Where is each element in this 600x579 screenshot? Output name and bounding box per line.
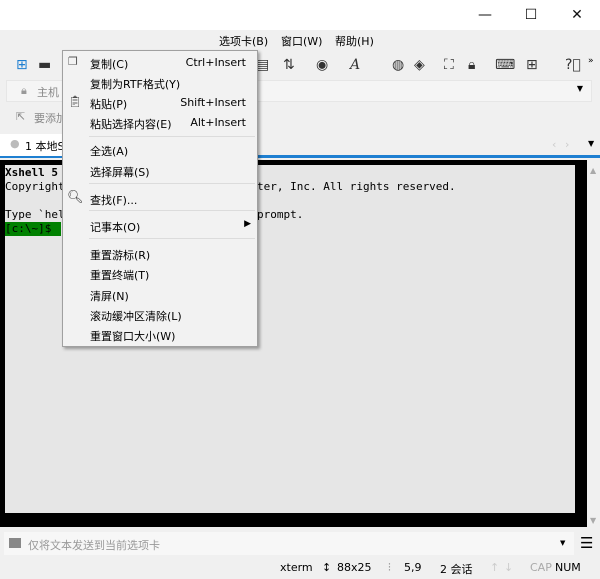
tab-scroll-right-icon[interactable]: › (565, 138, 569, 151)
globe-icon[interactable]: ◉ (316, 57, 328, 73)
session-count: 2 会话 (440, 563, 473, 576)
scroll-up-icon[interactable]: ▲ (590, 166, 596, 175)
terminal-prompt: [c:\~]$ (5, 222, 61, 236)
terminal-line: Copyright (5, 180, 65, 193)
tab-scroll-left-icon[interactable]: ‹ (552, 138, 556, 151)
menu-item-copy[interactable]: ❐ 复制(C) Ctrl+Insert (63, 53, 257, 73)
cursor-icon: ⫶ (388, 561, 391, 574)
menu-item-select-all[interactable]: 全选(A) (63, 140, 257, 160)
arrow-icon: ⇱ (16, 110, 26, 123)
context-menu: ❐ 复制(C) Ctrl+Insert 复制为RTF格式(Y) 📋︎ 粘贴(P) Shi… (62, 50, 258, 347)
font-icon[interactable]: A (350, 57, 360, 73)
chevron-down-icon[interactable]: ▼ (560, 539, 565, 547)
terminal-icon (9, 538, 21, 548)
new-tab-icon[interactable]: ⊞ (526, 57, 538, 73)
menu-item-paste[interactable]: 📋︎ 粘贴(P) Shift+Insert (63, 93, 257, 113)
minimize-button[interactable]: — (462, 0, 508, 30)
title-bar: — ☐ ✕ (0, 0, 600, 30)
transfer-icon[interactable]: ⇅ (283, 57, 295, 73)
menu-bar: 选项卡(B) 窗口(W) 帮助(H) (0, 30, 600, 51)
xmanager-icon[interactable]: ◈ (414, 57, 425, 73)
terminal-line: ter, Inc. All rights reserved. (257, 180, 456, 193)
terminal-type: xterm (280, 561, 313, 574)
status-bar: xterm ↕ 88x25 ⫶ 5,9 2 会话 ↑ ↓ CAP NUM (0, 557, 600, 579)
scrollbar[interactable]: ▲ ▼ (588, 160, 600, 527)
compose-input[interactable]: 仅将文本发送到当前选项卡 ▼ (4, 532, 574, 555)
compose-bar: 仅将文本发送到当前选项卡 ▼ ☰ (0, 532, 600, 556)
menu-separator (89, 183, 255, 184)
address-placeholder: 主机 (37, 86, 59, 99)
tab-list-icon[interactable]: ▼ (588, 139, 594, 148)
terminal-line: Xshell 5 (5, 166, 58, 179)
menu-separator (89, 136, 255, 137)
menu-icon[interactable]: ☰ (580, 534, 593, 552)
keyboard-icon[interactable]: ⌨ (495, 57, 515, 73)
cursor-position: 5,9 (404, 561, 422, 574)
menu-item-clear-screen[interactable]: 清屏(N) (63, 285, 257, 305)
menu-item-reset-cursor[interactable]: 重置游标(R) (63, 244, 257, 264)
menu-separator (89, 238, 255, 239)
fullscreen-icon[interactable]: ⛶ (444, 57, 454, 73)
open-folder-icon[interactable]: ▬ (38, 57, 51, 73)
menu-item-copy-rtf[interactable]: 复制为RTF格式(Y) (63, 73, 257, 93)
terminal-size: 88x25 (337, 561, 372, 574)
menu-item-notepad[interactable]: 记事本(O) ▶ (63, 216, 257, 236)
caps-indicator: CAP (530, 561, 552, 574)
menu-item-select-screen[interactable]: 选择屏幕(S) (63, 161, 257, 181)
maximize-button[interactable]: ☐ (508, 0, 554, 30)
menu-help[interactable]: 帮助(H) (335, 33, 374, 49)
lock-icon[interactable]: 🔒︎ (468, 57, 475, 73)
help-icon[interactable]: ?⃝ (565, 57, 581, 73)
menu-item-find[interactable]: 🔍︎ 查找(F)... (63, 189, 257, 209)
xftp-icon[interactable]: ◍ (392, 57, 404, 73)
menu-tabs[interactable]: 选项卡(B) (219, 33, 268, 49)
tab-local-shell[interactable]: ● 1 本地S (0, 134, 70, 156)
new-session-icon[interactable]: ⊞ (16, 57, 28, 73)
tab-label: 1 本地S (25, 140, 65, 153)
status-dot-icon: ● (10, 137, 20, 150)
lock-icon: 🔒︎ (21, 84, 27, 97)
menu-item-reset-terminal[interactable]: 重置终端(T) (63, 264, 257, 284)
menu-separator (89, 210, 255, 211)
close-button[interactable]: ✕ (554, 0, 600, 30)
menu-item-reset-window-size[interactable]: 重置窗口大小(W) (63, 325, 257, 345)
copy-icon: ❐ (68, 55, 78, 68)
terminal-line: Type `hel (5, 208, 65, 221)
compose-placeholder: 仅将文本发送到当前选项卡 (28, 539, 160, 552)
scroll-down-icon[interactable]: ▼ (590, 516, 596, 525)
menu-window[interactable]: 窗口(W) (281, 33, 322, 49)
submenu-arrow-icon: ▶ (244, 219, 251, 229)
arrow-up-icon: ↑ (490, 561, 500, 574)
menu-item-paste-selection[interactable]: 粘贴选择内容(E) Alt+Insert (63, 113, 257, 133)
menu-item-clear-scrollback[interactable]: 滚动缓冲区清除(L) (63, 305, 257, 325)
search-icon: 🔍︎ (67, 190, 84, 205)
terminal-line: prompt. (257, 208, 304, 221)
chevron-down-icon[interactable]: ▼ (577, 84, 583, 93)
paste-icon: 📋︎ (68, 95, 82, 108)
num-indicator: NUM (555, 561, 581, 574)
arrow-down-icon: ↓ (504, 561, 514, 574)
overflow-icon[interactable]: » (588, 56, 594, 66)
resize-icon: ↕ (322, 561, 332, 574)
